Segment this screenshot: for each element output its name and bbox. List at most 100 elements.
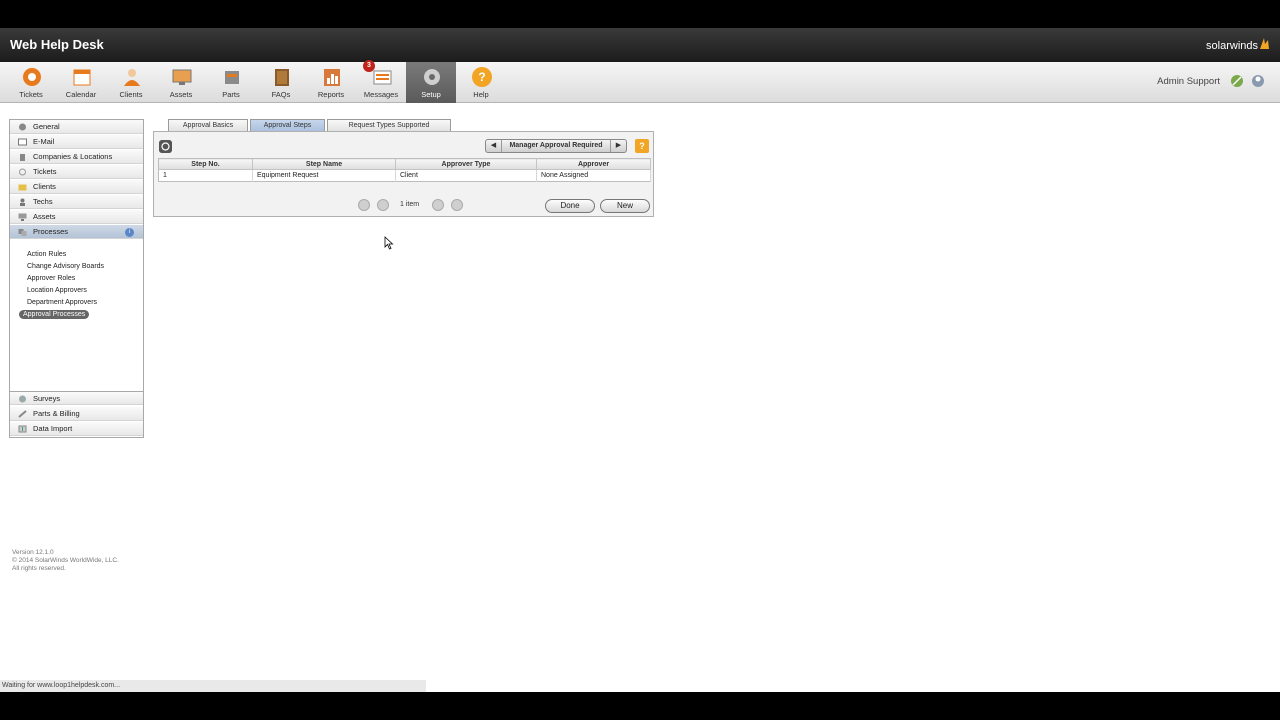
toolbar-label: Parts [222, 90, 240, 99]
sidebar-item-email[interactable]: E-Mail [10, 135, 143, 149]
cell-approver-type: Client [395, 169, 537, 182]
footer: Version 12.1.0 © 2014 SolarWinds WorldWi… [12, 549, 119, 573]
messages-badge: 3 [363, 60, 375, 72]
toolbar-label: Assets [169, 90, 193, 99]
toolbar-help[interactable]: ? Help [457, 62, 505, 103]
mouse-cursor-icon [384, 236, 394, 250]
column-header-approver[interactable]: Approver [536, 158, 651, 170]
person-icon [20, 198, 25, 206]
sub-item-location-approvers[interactable]: Location Approvers [23, 286, 91, 295]
sub-item-approval-processes[interactable]: Approval Processes [19, 310, 90, 319]
sub-item-action-rules[interactable]: Action Rules [23, 250, 70, 259]
lifebuoy-icon [23, 68, 41, 86]
toolbar-calendar[interactable]: Calendar [57, 62, 105, 103]
parts-icon [225, 71, 239, 84]
refresh-icon[interactable] [159, 140, 172, 153]
toolbar-parts[interactable]: Parts [207, 62, 255, 103]
toolbar-reports[interactable]: Reports [307, 62, 355, 103]
toolbar-setup[interactable]: Setup [406, 62, 456, 103]
sub-item-change-advisory-boards[interactable]: Change Advisory Boards [23, 262, 108, 271]
pager-count: 1 item [400, 201, 420, 208]
cell-step-name[interactable]: Equipment Request [252, 169, 396, 182]
toolbar-label: FAQs [271, 90, 291, 99]
brand-logo: solarwinds [1206, 40, 1258, 52]
app-title: Web Help Desk [10, 37, 104, 52]
person-icon [124, 69, 140, 86]
toolbar-clients[interactable]: Clients [107, 62, 155, 103]
toolbar-label: Reports [317, 90, 345, 99]
pager: 1 item [358, 199, 468, 213]
top-bar: Web Help Desk solarwinds [0, 28, 1280, 62]
leaf-icon[interactable] [1230, 74, 1244, 88]
sidebar-item-tickets[interactable]: Tickets [10, 165, 143, 179]
toolbar-label: Messages [363, 90, 399, 99]
first-page-icon[interactable] [358, 199, 370, 211]
cell-approver: None Assigned [536, 169, 651, 182]
done-button[interactable]: Done [545, 199, 595, 213]
sidebar-item-label: E-Mail [33, 137, 55, 146]
sidebar-item-processes[interactable]: Processes i [10, 225, 143, 239]
sidebar-item-clients[interactable]: Clients [10, 180, 143, 194]
next-page-icon[interactable] [432, 199, 444, 211]
user-avatar-icon[interactable] [1251, 74, 1265, 88]
sidebar-item-label: Clients [33, 182, 56, 191]
monitor-icon [18, 213, 27, 221]
sidebar-item-label: Assets [33, 212, 56, 221]
sidebar-item-data-import[interactable]: Data Import [10, 422, 143, 436]
import-icon [18, 425, 27, 433]
sidebar-item-surveys[interactable]: Surveys [10, 391, 143, 405]
sidebar-item-companies-locations[interactable]: Companies & Locations [10, 150, 143, 164]
toolbar-tickets[interactable]: Tickets [7, 62, 55, 103]
mail-icon [18, 138, 27, 146]
browser-status-bar: Waiting for www.loop1helpdesk.com... [0, 680, 426, 692]
new-button[interactable]: New [600, 199, 650, 213]
version-text: Version 12.1.0 [12, 549, 54, 556]
toolbar-messages[interactable]: 3 Messages [357, 60, 405, 103]
help-button[interactable]: ? [635, 139, 649, 153]
toolbar-label: Setup [421, 90, 441, 99]
toolbar-label: Clients [119, 90, 143, 99]
toolbar-label: Tickets [19, 90, 43, 99]
rights-text: All rights reserved. [12, 565, 66, 572]
flame-icon [1260, 38, 1269, 49]
table-header-row: Step No. Step Name Approver Type Approve… [158, 158, 651, 170]
column-header-step-name[interactable]: Step Name [252, 158, 396, 170]
previous-page-icon[interactable] [377, 199, 389, 211]
copyright-text: © 2014 SolarWinds WorldWide, LLC. [12, 557, 119, 564]
table-row[interactable]: 1 Equipment Request Client None Assigned [158, 169, 651, 182]
main-toolbar: Tickets Calendar Clients Assets Parts FA… [0, 60, 1280, 103]
sidebar-item-label: Data Import [33, 424, 73, 433]
gear-icon [424, 69, 440, 85]
gear-icon [19, 123, 26, 131]
sidebar-item-general[interactable]: General [10, 120, 143, 134]
reports-icon [324, 69, 340, 86]
messages-icon [373, 70, 392, 85]
ticket-icon [19, 168, 26, 176]
sidebar-item-assets[interactable]: Assets [10, 210, 143, 224]
sidebar-item-label: General [33, 122, 60, 131]
sidebar-item-parts-billing[interactable]: Parts & Billing [10, 407, 143, 421]
step-navigator: ◀ Manager Approval Required ▶ [485, 139, 627, 153]
cell-step-no: 1 [158, 169, 253, 182]
calendar-icon [73, 69, 91, 86]
sidebar-item-label: Companies & Locations [33, 152, 113, 161]
toolbar-faqs[interactable]: FAQs [257, 62, 305, 103]
last-page-icon[interactable] [451, 199, 463, 211]
previous-process-button[interactable]: ◀ [486, 140, 502, 152]
monitor-icon [172, 69, 192, 85]
next-process-button[interactable]: ▶ [610, 140, 626, 152]
svg-text:?: ? [478, 70, 485, 84]
sub-item-department-approvers[interactable]: Department Approvers [23, 298, 101, 307]
sidebar-item-label: Surveys [33, 394, 61, 403]
sub-item-approver-roles[interactable]: Approver Roles [23, 274, 79, 283]
toolbar-assets[interactable]: Assets [157, 62, 205, 103]
app-window: Web Help Desk solarwinds Tickets Calenda… [0, 28, 1280, 692]
toolbar-label: Calendar [65, 90, 97, 99]
building-icon [20, 154, 25, 161]
column-header-step-no[interactable]: Step No. [158, 158, 253, 170]
survey-icon [19, 395, 26, 403]
info-icon[interactable]: i [125, 228, 134, 237]
user-name[interactable]: Admin Support [1157, 76, 1220, 87]
sidebar-item-techs[interactable]: Techs [10, 195, 143, 209]
column-header-approver-type[interactable]: Approver Type [395, 158, 537, 170]
